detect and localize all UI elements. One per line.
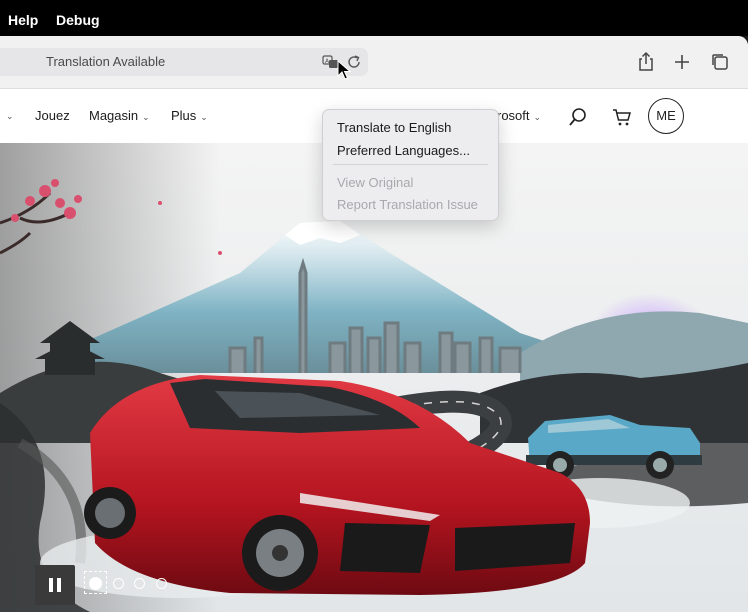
nav-item-label: Magasin — [89, 108, 139, 123]
chevron-down-icon: ⌄ — [142, 112, 150, 122]
nav-item-jouez[interactable]: Jouez — [35, 108, 70, 123]
nav-item-microsoft[interactable]: rosoft ⌄ — [497, 108, 541, 123]
translate-menu: Translate to English Preferred Languages… — [322, 109, 499, 221]
search-icon[interactable] — [567, 106, 589, 128]
macos-menu-bar: Help Debug — [0, 0, 748, 36]
address-bar[interactable]: Translation Available A — [0, 48, 368, 76]
menu-help[interactable]: Help — [8, 12, 38, 28]
avatar[interactable]: ME — [648, 98, 684, 134]
nav-item-label: rosoft — [497, 108, 530, 123]
tab-overview-icon[interactable] — [708, 50, 732, 74]
share-icon[interactable] — [634, 50, 658, 74]
menu-debug[interactable]: Debug — [56, 12, 100, 28]
pause-icon-bar — [57, 578, 61, 592]
carousel-pause-button[interactable] — [35, 565, 75, 605]
nav-item-label: Plus — [171, 108, 197, 123]
nav-item-plus[interactable]: Plus ⌄ — [171, 108, 208, 123]
menu-item-report-translation-issue: Report Translation Issue — [337, 197, 478, 212]
chevron-down-icon: ⌄ — [6, 111, 14, 121]
browser-toolbar: Translation Available A — [0, 36, 748, 89]
address-bar-text: Translation Available — [46, 54, 166, 69]
menu-item-view-original: View Original — [337, 175, 414, 190]
carousel-dot-3[interactable] — [134, 578, 145, 589]
new-tab-icon[interactable] — [670, 50, 694, 74]
safari-window: Translation Available A ⌄ Jouez Magasin … — [0, 36, 748, 612]
chevron-down-icon: ⌄ — [200, 112, 208, 122]
mouse-cursor-icon — [337, 60, 351, 80]
pause-icon — [49, 578, 53, 592]
nav-item-magasin[interactable]: Magasin ⌄ — [89, 108, 150, 123]
menu-item-preferred-languages[interactable]: Preferred Languages... — [337, 143, 470, 158]
menu-separator — [333, 164, 488, 165]
chevron-down-icon: ⌄ — [533, 112, 542, 122]
menu-item-translate-to-english[interactable]: Translate to English — [337, 120, 451, 135]
cart-icon[interactable] — [611, 106, 633, 128]
carousel-dot-2[interactable] — [113, 578, 124, 589]
carousel-dot-4[interactable] — [156, 578, 167, 589]
carousel-dot-1[interactable] — [89, 577, 102, 590]
